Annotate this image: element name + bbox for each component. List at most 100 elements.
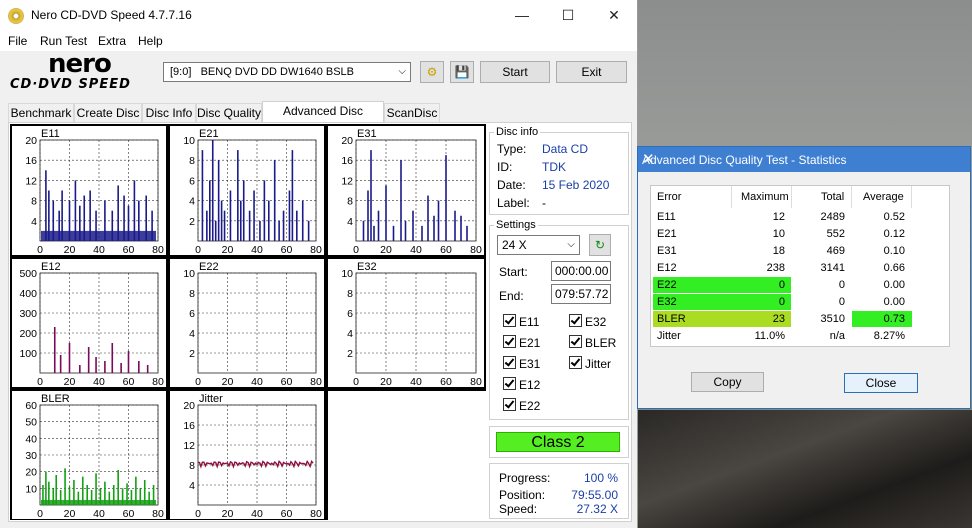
minimize-button[interactable]: — [499, 0, 545, 31]
chart-bler-plot: 60 50 40 30 20 10 0 20 40 60 80 [25, 400, 164, 520]
y-tick-label: 8 [189, 288, 195, 300]
y-tick-label: 400 [19, 288, 37, 300]
stat-cell-max: 0 [778, 279, 785, 291]
checkbox-label: BLER [585, 336, 617, 350]
checkbox-checked-icon [569, 335, 582, 348]
checkbox-jitter[interactable]: Jitter [569, 356, 611, 371]
checkbox-checked-icon [503, 377, 516, 390]
chart-e32-plot: 1086420 20 40 60 80 [341, 268, 482, 388]
header-error: Error [657, 191, 682, 203]
menu-help[interactable]: Help [138, 34, 163, 48]
speed-select[interactable]: 24 X ⌵ [497, 235, 580, 255]
y-tick-label: 50 [25, 417, 37, 429]
chevron-down-icon: ⌵ [398, 66, 406, 77]
position-label: Position: [499, 488, 546, 502]
x-tick-label: 40 [251, 244, 263, 255]
y-tick-label: 2 [189, 348, 195, 360]
column-divider [851, 186, 852, 208]
start-button[interactable]: Start [480, 61, 550, 83]
x-tick-label: 0 [195, 508, 201, 519]
checkbox-label: E22 [519, 399, 541, 413]
disc-type-label: Type: [497, 142, 527, 156]
drive-select[interactable]: [9:0] BENQ DVD DD DW1640 BSLB ⌵ [163, 62, 411, 82]
checkbox-e21[interactable]: E21 [503, 335, 540, 350]
checkbox-e22[interactable]: E22 [503, 398, 540, 413]
stat-cell-max: 0 [778, 296, 785, 308]
y-tick-label: 10 [183, 268, 195, 280]
tab-disc-info[interactable]: Disc Info [142, 103, 196, 122]
y-tick-label: 10 [183, 135, 195, 147]
y-tick-label: 6 [189, 175, 195, 187]
tab-scandisc[interactable]: ScanDisc [384, 103, 440, 122]
y-tick-label: 10 [341, 268, 353, 280]
dialog-close-button[interactable]: Close [844, 373, 918, 393]
speed-label: Speed: [499, 502, 538, 516]
stat-cell-total: n/a [829, 330, 845, 342]
menu-run-test[interactable]: Run Test [40, 34, 87, 48]
x-tick-label: 0 [353, 376, 359, 387]
menu-extra[interactable]: Extra [98, 34, 126, 48]
close-button[interactable]: ✕ [591, 0, 637, 31]
y-tick-label: 16 [183, 420, 195, 432]
progress-value: 100 % [583, 471, 618, 485]
x-tick-label: 20 [64, 376, 76, 387]
checkbox-checked-icon [503, 356, 516, 369]
x-tick-label: 60 [281, 508, 293, 519]
x-tick-label: 0 [195, 376, 201, 387]
tab-disc-quality[interactable]: Disc Quality [196, 103, 262, 122]
x-tick-label: 80 [310, 244, 322, 255]
checkbox-e12[interactable]: E12 [503, 377, 540, 392]
start-time-input[interactable]: 000:00.00 [551, 261, 611, 281]
y-tick-label: 300 [19, 308, 37, 320]
x-tick-label: 80 [310, 376, 322, 387]
speed-select-value: 24 X [502, 238, 527, 252]
dialog-close-icon[interactable]: ✕ [642, 150, 962, 168]
menu-file[interactable]: File [8, 34, 27, 48]
tab-benchmark[interactable]: Benchmark [8, 103, 74, 122]
end-time-input[interactable]: 079:57.72 [551, 284, 611, 304]
position-value: 79:55.00 [571, 488, 618, 502]
tab-advanced-disc-quality[interactable]: Advanced Disc Quality [262, 101, 384, 136]
y-tick-label: 2 [347, 348, 353, 360]
chart-e31-plot: 201612840 20 40 60 80 [341, 135, 482, 256]
checkbox-e31[interactable]: E31 [503, 356, 540, 371]
x-tick-label: 40 [410, 376, 422, 387]
logo-wordmark: nero [48, 49, 112, 79]
disc-id-value: TDK [542, 160, 566, 174]
exit-button[interactable]: Exit [556, 61, 627, 83]
stat-cell-max: 11.0% [754, 330, 785, 342]
checkbox-label: E32 [585, 315, 607, 329]
checkbox-e11[interactable]: E11 [503, 314, 539, 329]
y-tick-label: 40 [25, 433, 37, 445]
y-tick-label: 2 [189, 216, 195, 228]
y-tick-label: 20 [25, 467, 37, 479]
stat-cell-name: E11 [657, 211, 676, 223]
refresh-icon: ↻ [594, 238, 606, 252]
stat-cell-avg: 0.66 [883, 262, 905, 274]
header-total: Total [821, 191, 845, 203]
y-tick-label: 20 [341, 135, 353, 147]
copy-button[interactable]: Copy [691, 372, 764, 392]
x-tick-label: 20 [64, 508, 76, 519]
x-tick-label: 80 [470, 244, 482, 255]
chevron-down-icon: ⌵ [567, 239, 575, 250]
y-tick-label: 16 [341, 155, 353, 167]
x-tick-label: 20 [380, 244, 392, 255]
y-tick-label: 8 [347, 288, 353, 300]
y-tick-label: 4 [189, 196, 195, 208]
disc-info-icon: ⚙ [426, 65, 438, 79]
stat-cell-avg: 0.10 [883, 245, 905, 257]
stat-cell-name: E32 [657, 296, 677, 308]
drive-info-button[interactable]: ⚙ [420, 61, 444, 83]
stat-cell-avg: 0.73 [883, 313, 905, 325]
save-button[interactable]: 💾 [450, 61, 474, 83]
refresh-speed-button[interactable]: ↻ [589, 234, 611, 256]
stat-cell-avg: 8.27% [873, 330, 905, 342]
checkbox-e32[interactable]: E32 [569, 314, 606, 329]
checkbox-bler[interactable]: BLER [569, 335, 616, 350]
maximize-button[interactable]: ☐ [545, 0, 591, 31]
x-tick-label: 0 [37, 376, 43, 387]
chart-title: E22 [199, 261, 219, 273]
tab-create-disc[interactable]: Create Disc [74, 103, 142, 122]
y-tick-label: 8 [347, 196, 353, 208]
